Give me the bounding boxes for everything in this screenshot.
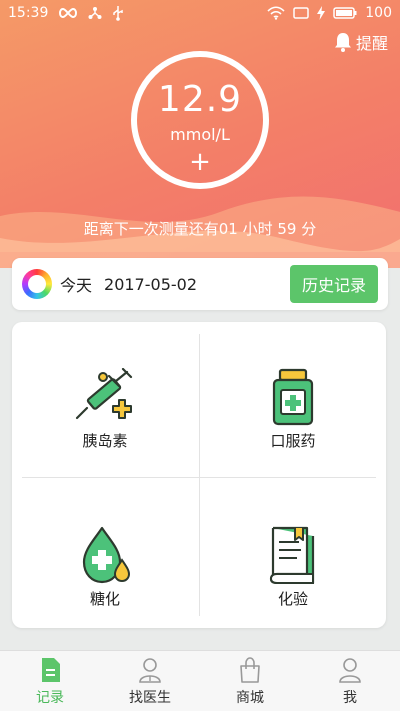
battery-icon [333, 7, 357, 19]
lab-test-label: 化验 [277, 590, 308, 608]
usb-icon [112, 5, 124, 21]
doctor-icon [139, 658, 161, 683]
tab-record-label: 记录 [36, 690, 64, 706]
glucose-unit: mmol/L [170, 125, 230, 144]
tab-record[interactable]: 记录 [0, 651, 100, 711]
color-wheel-icon [22, 269, 52, 299]
profile-icon [339, 658, 361, 683]
blood-drop-icon [82, 526, 130, 584]
status-time: 15:39 [8, 5, 49, 21]
pill-bottle-icon [272, 368, 314, 426]
date-bar: 今天 2017-05-02 历史记录 [12, 258, 388, 310]
bell-icon [334, 33, 351, 52]
shop-bag-icon [240, 657, 260, 683]
oral-medicine-cell[interactable]: 口服药 [200, 322, 386, 472]
current-date: 2017-05-02 [104, 274, 197, 294]
record-icon [42, 658, 60, 682]
infinity-icon [58, 7, 78, 19]
tab-me[interactable]: 我 [300, 651, 400, 711]
charging-icon [317, 6, 326, 20]
insulin-cell[interactable]: 胰岛素 [12, 322, 198, 472]
tab-find-doctor-label: 找医生 [129, 690, 171, 706]
reminder-button[interactable]: 提醒 [334, 30, 388, 54]
insulin-label: 胰岛素 [82, 432, 128, 450]
glucose-value: 12.9 [157, 79, 243, 120]
syringe-icon [75, 368, 133, 420]
battery-level: 100 [365, 5, 392, 21]
tab-shop[interactable]: 商城 [200, 651, 300, 711]
hba1c-label: 糖化 [89, 590, 120, 608]
bottom-tab-bar: 记录 找医生 商城 我 [0, 650, 400, 711]
status-bar: 15:39 100 [0, 0, 400, 26]
report-icon [269, 526, 315, 584]
feature-grid: 胰岛素 口服药 糖化 化验 [12, 322, 386, 628]
hba1c-cell[interactable]: 糖化 [12, 478, 198, 628]
tab-me-label: 我 [343, 690, 357, 706]
next-measurement-text: 距离下一次测量还有01 小时 59 分 [83, 220, 317, 238]
tab-find-doctor[interactable]: 找医生 [100, 651, 200, 711]
wifi-icon [267, 6, 285, 20]
today-label: 今天 [60, 276, 93, 295]
lab-test-cell[interactable]: 化验 [200, 478, 386, 628]
share-icon [88, 6, 102, 20]
tab-shop-label: 商城 [236, 690, 264, 706]
history-button[interactable]: 历史记录 [289, 265, 378, 303]
screen-icon [293, 7, 310, 19]
reminder-label: 提醒 [355, 34, 388, 53]
oral-medicine-label: 口服药 [270, 432, 316, 450]
add-reading-button[interactable]: + [137, 149, 263, 175]
glucose-reading-ring[interactable]: 12.9 mmol/L + [131, 51, 269, 189]
